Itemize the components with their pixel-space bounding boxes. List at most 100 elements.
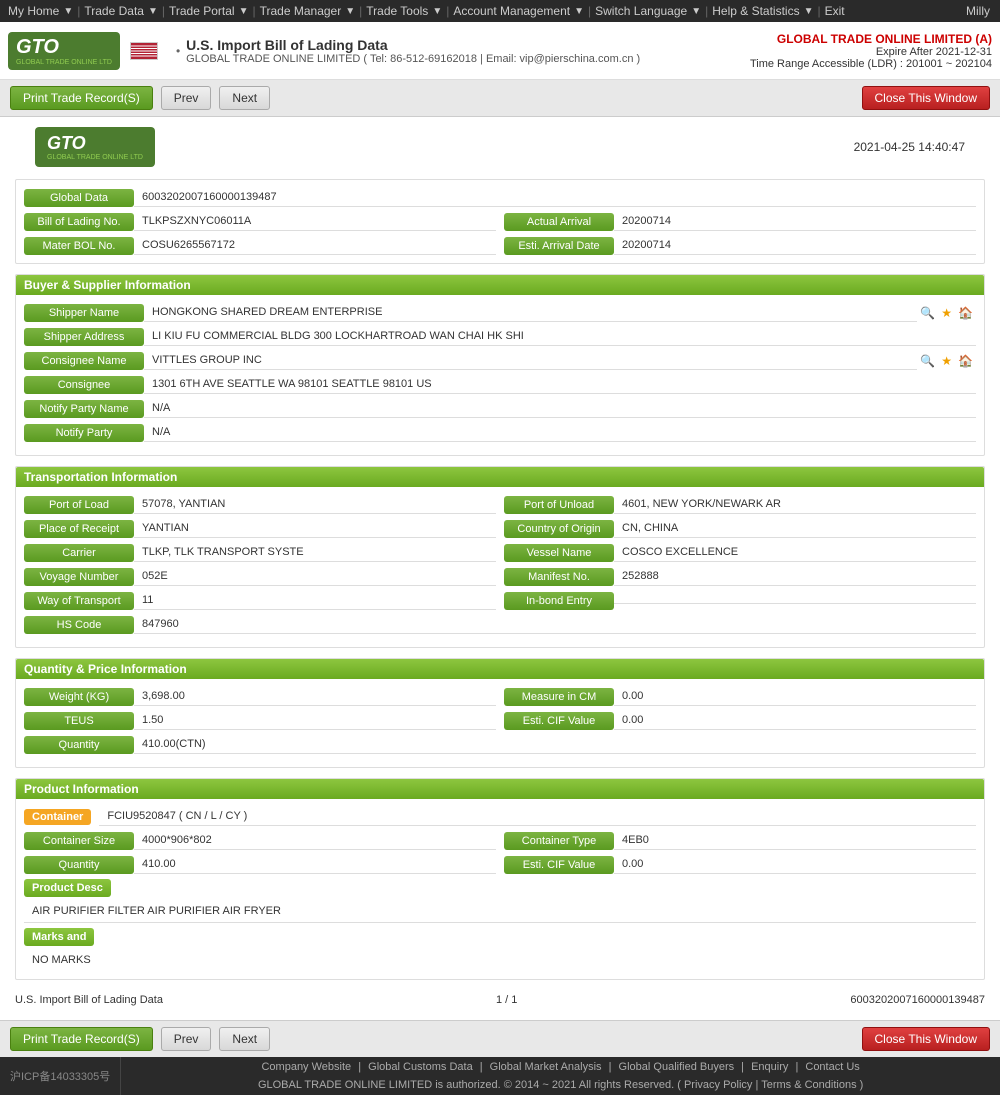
weight-value: 3,698.00: [134, 687, 496, 706]
qp-esti-cif-label: Esti. CIF Value: [504, 712, 614, 730]
consignee-home-icon[interactable]: 🏠: [958, 354, 973, 368]
nav-trade-manager[interactable]: Trade Manager ▼: [260, 4, 358, 18]
bottom-print-button[interactable]: Print Trade Record(S): [10, 1027, 153, 1051]
nav-my-home[interactable]: My Home ▼: [8, 4, 75, 18]
global-data-row: Global Data 6003202007160000139487: [24, 188, 976, 207]
nav-account-management[interactable]: Account Management ▼: [453, 4, 586, 18]
footer-global-market[interactable]: Global Market Analysis: [490, 1061, 602, 1073]
top-toolbar: Print Trade Record(S) Prev Next Close Th…: [0, 80, 1000, 117]
mater-bol-value: COSU6265567172: [134, 236, 496, 255]
footer-company-website[interactable]: Company Website: [261, 1061, 351, 1073]
teus-value: 1.50: [134, 711, 496, 730]
content-logo: GTO GLOBAL TRADE ONLINE LTD: [35, 127, 155, 167]
privacy-policy-link[interactable]: Privacy Policy: [684, 1079, 752, 1091]
teus-label: TEUS: [24, 712, 134, 730]
shipper-search-icon[interactable]: 🔍: [920, 306, 935, 320]
nav-arrow: ▼: [63, 6, 73, 17]
shipper-address-value: LI KIU FU COMMERCIAL BLDG 300 LOCKHARTRO…: [144, 327, 976, 346]
nav-switch-language[interactable]: Switch Language ▼: [595, 4, 703, 18]
footer-global-customs[interactable]: Global Customs Data: [368, 1061, 473, 1073]
esti-arrival-value: 20200714: [614, 236, 976, 255]
nav-trade-tools[interactable]: Trade Tools ▼: [366, 4, 444, 18]
expire-info: Expire After 2021-12-31: [750, 46, 992, 58]
footer-global-buyers[interactable]: Global Qualified Buyers: [619, 1061, 735, 1073]
country-of-origin-label: Country of Origin: [504, 520, 614, 538]
nav-help-statistics[interactable]: Help & Statistics ▼: [712, 4, 815, 18]
prev-button[interactable]: Prev: [161, 86, 212, 110]
voyage-number-value: 052E: [134, 567, 496, 586]
product-quantity-value: 410.00: [134, 855, 496, 874]
nav-exit[interactable]: Exit: [825, 4, 847, 18]
actual-arrival-label: Actual Arrival: [504, 213, 614, 231]
notify-party-name-value: N/A: [144, 399, 976, 418]
main-content: GTO GLOBAL TRADE ONLINE LTD 2021-04-25 1…: [0, 117, 1000, 1020]
buyer-supplier-header: Buyer & Supplier Information: [16, 275, 984, 295]
footer: 沪ICP备14033305号 Company Website | Global …: [0, 1057, 1000, 1095]
terms-conditions-link[interactable]: Terms & Conditions: [761, 1079, 856, 1091]
print-button[interactable]: Print Trade Record(S): [10, 86, 153, 110]
user-name: Milly: [966, 4, 990, 18]
shipper-home-icon[interactable]: 🏠: [958, 306, 973, 320]
logo-gto: GTO: [16, 36, 112, 59]
marks-value: NO MARKS: [24, 949, 976, 971]
way-of-transport-value: 11: [134, 591, 496, 610]
datasource-info: U.S. Import Bill of Lading Data GLOBAL T…: [186, 37, 640, 65]
buyer-supplier-section: Buyer & Supplier Information Shipper Nam…: [15, 274, 985, 456]
datasource-title: U.S. Import Bill of Lading Data: [186, 37, 640, 53]
actual-arrival-value: 20200714: [614, 212, 976, 231]
consignee-name-row: Consignee Name VITTLES GROUP INC 🔍 ★ 🏠: [24, 351, 976, 370]
us-flag-icon: [130, 42, 158, 60]
consignee-star-icon[interactable]: ★: [941, 354, 952, 368]
shipper-name-value: HONGKONG SHARED DREAM ENTERPRISE: [144, 303, 917, 322]
record-info-bar: U.S. Import Bill of Lading Data 1 / 1 60…: [15, 990, 985, 1010]
logo-area: GTO GLOBAL TRADE ONLINE LTD • U.S. Impor…: [8, 32, 640, 70]
hs-code-row: HS Code 847960: [24, 615, 976, 634]
notify-party-label: Notify Party: [24, 424, 144, 442]
esti-arrival-label: Esti. Arrival Date: [504, 237, 614, 255]
consignee-search-icon[interactable]: 🔍: [920, 354, 935, 368]
nav-trade-data[interactable]: Trade Data ▼: [84, 4, 160, 18]
top-navigation: My Home ▼ | Trade Data ▼ | Trade Portal …: [0, 0, 1000, 22]
header-bar: GTO GLOBAL TRADE ONLINE LTD • U.S. Impor…: [0, 22, 1000, 80]
vessel-name-value: COSCO EXCELLENCE: [614, 543, 976, 562]
footer-enquiry[interactable]: Enquiry: [751, 1061, 788, 1073]
icp-number: 沪ICP备14033305号: [0, 1057, 121, 1095]
manifest-no-value: 252888: [614, 567, 976, 586]
container-type-label: Container Type: [504, 832, 614, 850]
footer-links: Company Website | Global Customs Data | …: [121, 1057, 1000, 1077]
voyage-number-label: Voyage Number: [24, 568, 134, 586]
quantity-price-section: Quantity & Price Information Weight (KG)…: [15, 658, 985, 768]
company-name-right: GLOBAL TRADE ONLINE LIMITED (A): [750, 32, 992, 46]
container-size-label: Container Size: [24, 832, 134, 850]
measure-label: Measure in CM: [504, 688, 614, 706]
quantity-price-header: Quantity & Price Information: [16, 659, 984, 679]
container-badge: Container: [24, 809, 91, 825]
next-button[interactable]: Next: [219, 86, 270, 110]
container-size-value: 4000*906*802: [134, 831, 496, 850]
qp-quantity-row: Quantity 410.00(CTN): [24, 735, 976, 754]
marks-label: Marks and: [24, 928, 94, 946]
product-esti-cif-label: Esti. CIF Value: [504, 856, 614, 874]
product-desc-label: Product Desc: [24, 879, 111, 897]
carrier-value: TLKP, TLK TRANSPORT SYSTE: [134, 543, 496, 562]
consignee-row: Consignee 1301 6TH AVE SEATTLE WA 98101 …: [24, 375, 976, 394]
footer-contact-us[interactable]: Contact Us: [805, 1061, 859, 1073]
carrier-label: Carrier: [24, 544, 134, 562]
nav-trade-portal[interactable]: Trade Portal ▼: [169, 4, 251, 18]
bottom-prev-button[interactable]: Prev: [161, 1027, 212, 1051]
timestamp: 2021-04-25 14:40:47: [854, 140, 965, 154]
place-of-receipt-value: YANTIAN: [134, 519, 496, 538]
shipper-address-label: Shipper Address: [24, 328, 144, 346]
close-button[interactable]: Close This Window: [862, 86, 990, 110]
bottom-close-button[interactable]: Close This Window: [862, 1027, 990, 1051]
product-section: Product Information Container FCIU952084…: [15, 778, 985, 980]
bill-of-lading-value: TLKPSZXNYC06011A: [134, 212, 496, 231]
shipper-star-icon[interactable]: ★: [941, 306, 952, 320]
bottom-next-button[interactable]: Next: [219, 1027, 270, 1051]
weight-label: Weight (KG): [24, 688, 134, 706]
logo-subtitle: GLOBAL TRADE ONLINE LTD: [16, 59, 112, 66]
in-bond-entry-value: [614, 597, 976, 604]
global-data-value: 6003202007160000139487: [134, 188, 976, 207]
header-right: GLOBAL TRADE ONLINE LIMITED (A) Expire A…: [750, 32, 992, 70]
product-desc-value: AIR PURIFIER FILTER AIR PURIFIER AIR FRY…: [24, 900, 976, 923]
